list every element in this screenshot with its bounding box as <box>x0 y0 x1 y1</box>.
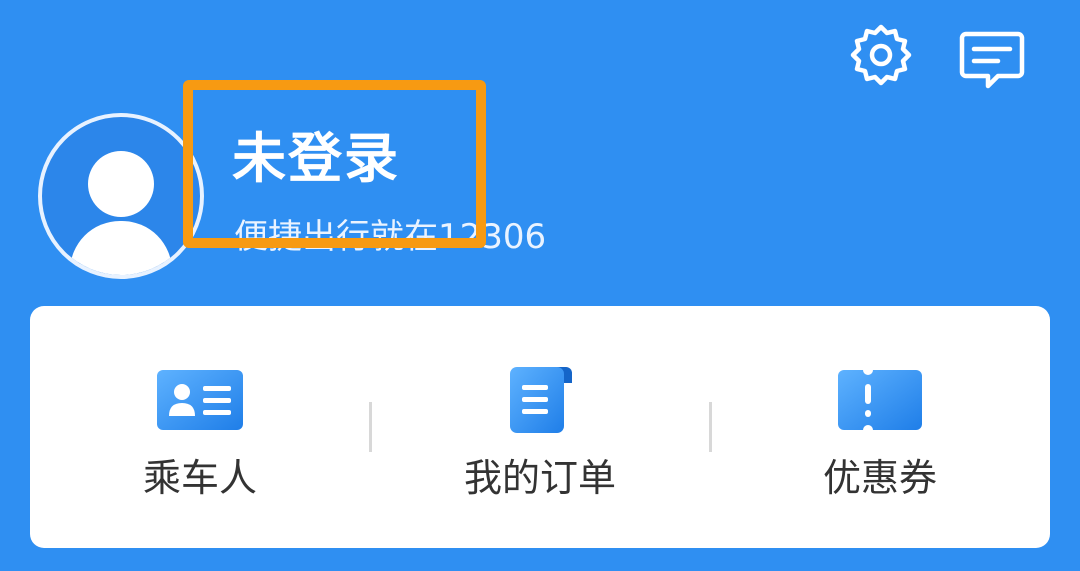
shortcut-orders[interactable]: 我的订单 <box>370 306 710 548</box>
avatar-head <box>88 151 154 217</box>
shortcut-passengers[interactable]: 乘车人 <box>30 306 370 548</box>
profile-subtitle: 便捷出行就在12306 <box>234 217 547 257</box>
shortcut-card: 乘车人 我的订单 优惠券 <box>30 306 1050 548</box>
order-document-icon <box>510 367 572 433</box>
shortcut-label: 乘车人 <box>142 456 257 500</box>
passenger-card-icon <box>157 370 243 430</box>
message-icon <box>959 31 1025 89</box>
settings-button[interactable] <box>848 22 914 88</box>
gear-icon <box>850 24 912 86</box>
avatar-body <box>70 221 172 275</box>
message-button[interactable] <box>956 28 1028 94</box>
ticket-coupon-icon <box>838 370 922 430</box>
shortcut-label: 优惠券 <box>822 456 937 500</box>
shortcut-coupons[interactable]: 优惠券 <box>710 306 1050 548</box>
shortcut-label: 我的订单 <box>463 456 616 500</box>
avatar[interactable] <box>38 113 204 279</box>
login-status-title[interactable]: 未登录 <box>232 124 400 194</box>
